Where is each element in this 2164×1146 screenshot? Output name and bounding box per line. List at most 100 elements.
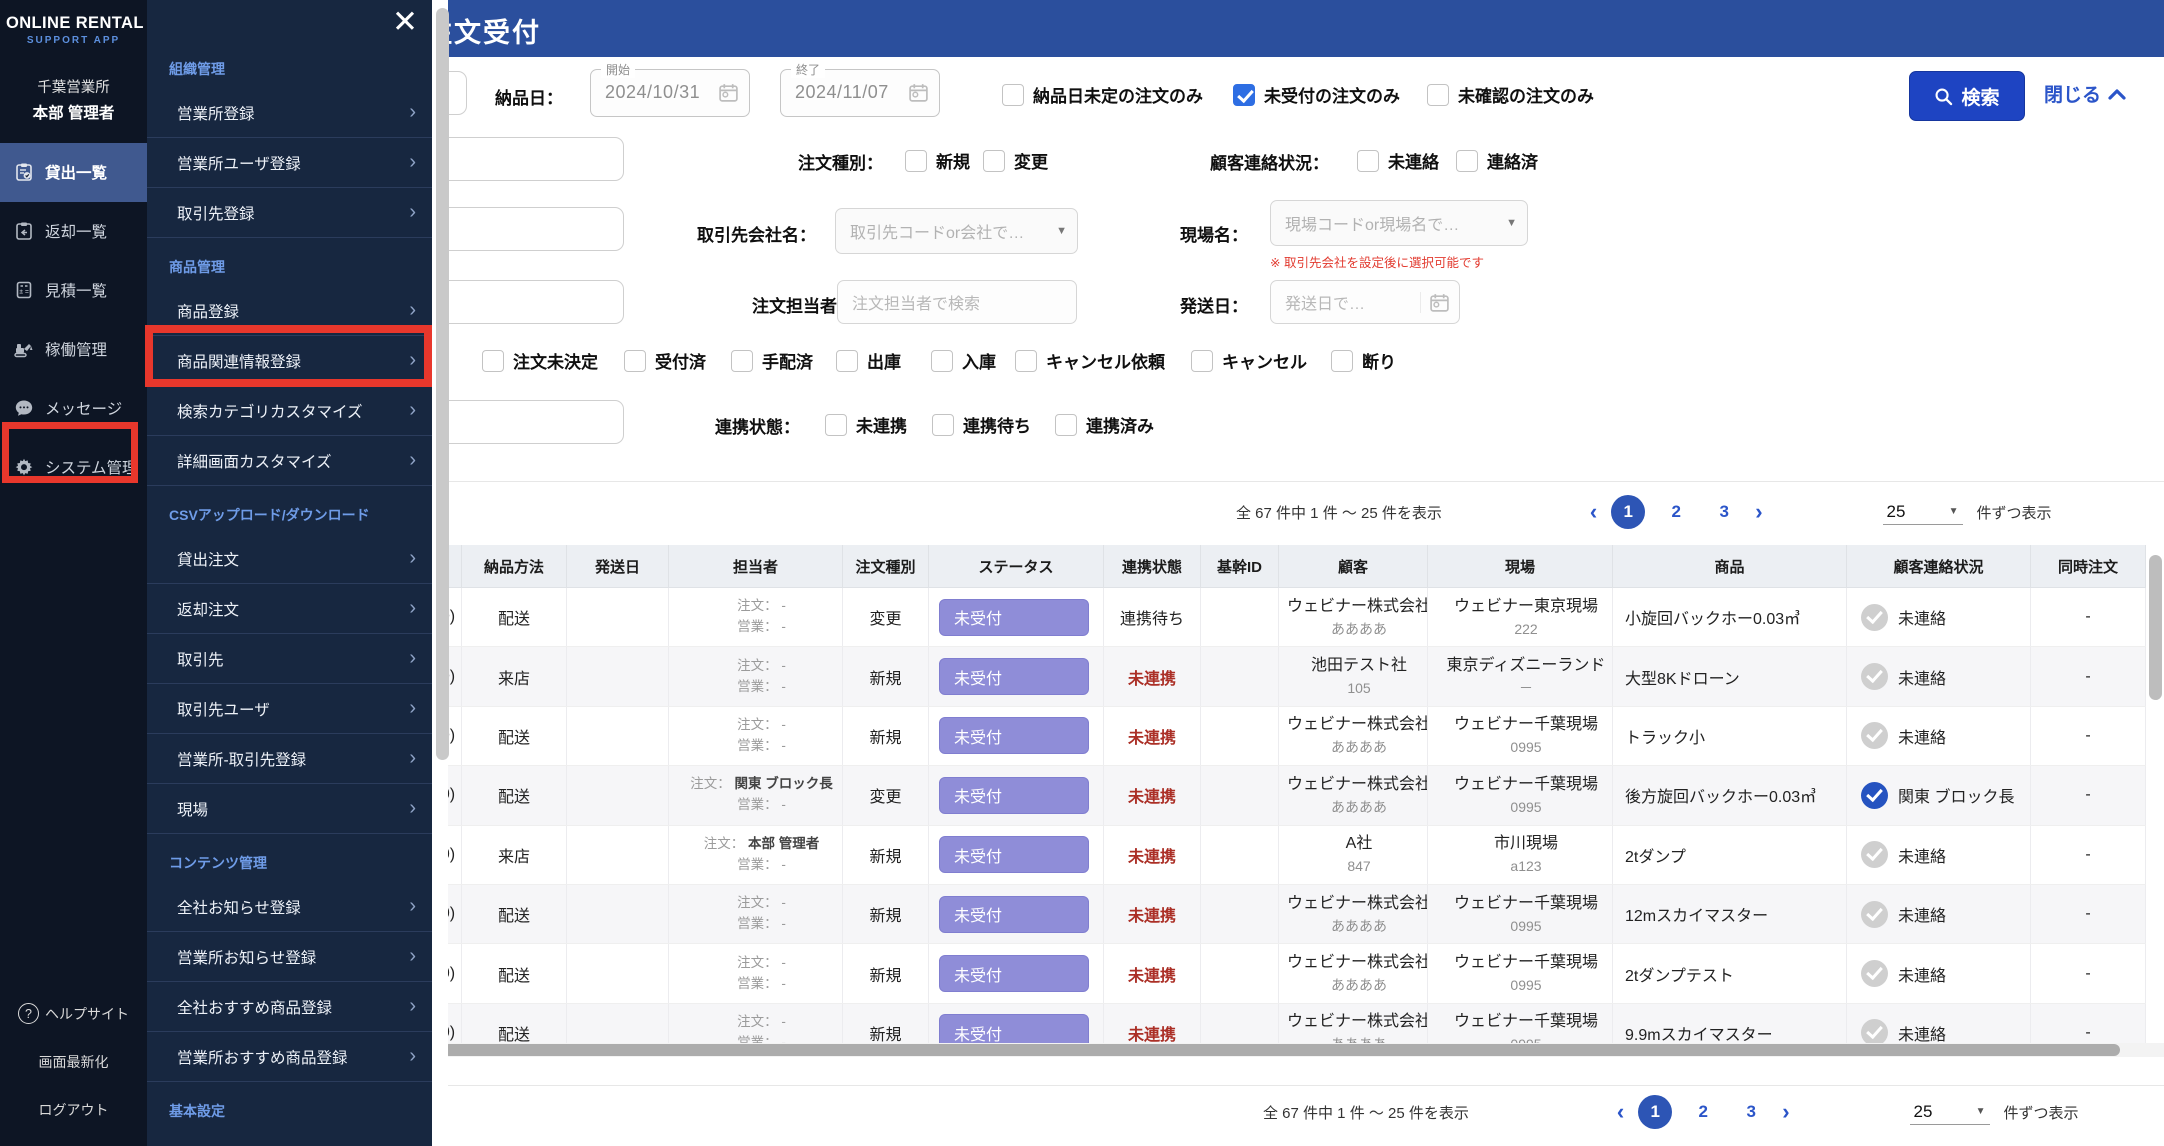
- contact-check-icon[interactable]: [1861, 781, 1888, 809]
- customer-contact-option-2-checkbox[interactable]: [1456, 149, 1478, 172]
- status-option-8[interactable]: 断り: [1331, 348, 1396, 373]
- ship-date-input[interactable]: 発送日で…: [1270, 280, 1460, 324]
- page-number-3[interactable]: 3: [1734, 1095, 1768, 1129]
- status-option-5[interactable]: 入庫: [931, 348, 996, 373]
- contact-check-icon[interactable]: [1861, 960, 1888, 988]
- sidebar-item-2[interactable]: 返却一覧: [0, 202, 147, 261]
- order-type-option-1[interactable]: 新規: [905, 148, 970, 173]
- sidebar-bottom-item-2[interactable]: 画面最新化: [0, 1038, 147, 1086]
- close-filter-link[interactable]: 閉じる: [2044, 80, 2126, 107]
- table-row[interactable]: 00)配送注文： -営業： -新規未受付未連携ウェビナー株式会社ああああウェビナ…: [432, 706, 2146, 767]
- calendar-icon[interactable]: [1420, 292, 1450, 313]
- table-row[interactable]: 00)配送注文： -営業： -変更未受付連携待ちウェビナー株式会社ああああウェビ…: [432, 588, 2146, 648]
- calendar-icon[interactable]: [718, 82, 739, 103]
- menu-item-営業所ユーザ登録[interactable]: 営業所ユーザ登録 ›: [147, 138, 432, 188]
- status-option-3[interactable]: 手配済: [731, 348, 813, 373]
- page-number-2[interactable]: 2: [1686, 1095, 1720, 1129]
- menu-item-取引先登録[interactable]: 取引先登録 ›: [147, 188, 432, 238]
- contact-check-icon[interactable]: [1861, 900, 1888, 928]
- page-number-1[interactable]: 1: [1611, 495, 1646, 529]
- link-state-option-1-checkbox[interactable]: [825, 413, 847, 436]
- link-state-option-3-checkbox[interactable]: [1055, 413, 1077, 436]
- prev-page-arrow[interactable]: ‹: [1617, 1101, 1624, 1123]
- status-option-2[interactable]: 受付済: [624, 348, 706, 373]
- menu-item-営業所-取引先登録[interactable]: 営業所-取引先登録 ›: [147, 734, 432, 784]
- filter-checkbox-1-checkbox[interactable]: [1002, 83, 1024, 106]
- delivery-date-start-field[interactable]: 開始 2024/10/31: [590, 61, 750, 117]
- link-state-option-1[interactable]: 未連携: [825, 412, 907, 437]
- next-page-arrow[interactable]: ›: [1782, 1101, 1789, 1123]
- contact-check-icon[interactable]: [1861, 1019, 1888, 1044]
- site-name-select[interactable]: 現場コードor現場名で… ▼: [1270, 200, 1528, 246]
- menu-item-貸出注文[interactable]: 貸出注文 ›: [147, 534, 432, 584]
- sidebar-item-6[interactable]: システム管理: [0, 438, 147, 497]
- horizontal-scrollbar-thumb[interactable]: [443, 1044, 2120, 1056]
- contact-check-icon[interactable]: [1861, 603, 1888, 631]
- order-type-option-2-checkbox[interactable]: [983, 149, 1005, 172]
- menu-item-全社お知らせ登録[interactable]: 全社お知らせ登録 ›: [147, 882, 432, 932]
- menu-item-営業所お知らせ登録[interactable]: 営業所お知らせ登録 ›: [147, 932, 432, 982]
- filter-checkbox-3-checkbox[interactable]: [1427, 83, 1449, 106]
- status-option-1[interactable]: 注文未決定: [482, 348, 598, 373]
- table-row[interactable]: 00)来店注文： 本部 管理者営業： -新規未受付未連携A社847市川現場a12…: [432, 825, 2146, 885]
- table-row[interactable]: 00)配送注文： -営業： -新規未受付未連携ウェビナー株式会社ああああウェビナ…: [432, 944, 2146, 1004]
- per-page-select[interactable]: 25 ▼: [1882, 500, 1963, 525]
- next-page-arrow[interactable]: ›: [1755, 501, 1762, 523]
- status-option-7-checkbox[interactable]: [1191, 349, 1213, 372]
- sidebar-bottom-item-3[interactable]: ログアウト: [0, 1086, 147, 1134]
- menu-item-詳細画面カスタマイズ[interactable]: 詳細画面カスタマイズ ›: [147, 436, 432, 486]
- menu-item-営業所登録[interactable]: 営業所登録 ›: [147, 88, 432, 138]
- menu-item-返却注文[interactable]: 返却注文 ›: [147, 584, 432, 634]
- status-option-5-checkbox[interactable]: [931, 349, 953, 372]
- sidebar-item-3[interactable]: ± = 見積一覧: [0, 261, 147, 320]
- sidebar-bottom-item-1[interactable]: ? ヘルプサイト: [0, 989, 147, 1038]
- status-option-4[interactable]: 出庫: [836, 348, 901, 373]
- link-state-option-3[interactable]: 連携済み: [1055, 412, 1154, 437]
- filter-checkbox-3[interactable]: 未確認の注文のみ: [1427, 82, 1594, 107]
- table-row[interactable]: 00)来店注文： -営業： -新規未受付未連携池田テスト社105東京ディズニーラ…: [432, 647, 2146, 707]
- link-state-option-2-checkbox[interactable]: [932, 413, 954, 436]
- table-vertical-scrollbar-thumb[interactable]: [2149, 555, 2162, 700]
- menu-item-取引先ユーザ[interactable]: 取引先ユーザ ›: [147, 684, 432, 734]
- page-number-2[interactable]: 2: [1659, 495, 1693, 529]
- client-company-select[interactable]: 取引先コードor会社で… ▼: [835, 208, 1078, 254]
- per-page-select[interactable]: 25 ▼: [1909, 1100, 1990, 1125]
- drawer-scrollbar-thumb[interactable]: [436, 8, 449, 760]
- contact-check-icon[interactable]: [1861, 663, 1888, 691]
- prev-page-arrow[interactable]: ‹: [1590, 501, 1597, 523]
- status-option-1-checkbox[interactable]: [482, 349, 504, 372]
- filter-checkbox-1[interactable]: 納品日未定の注文のみ: [1002, 82, 1203, 107]
- menu-item-検索カテゴリカスタマイズ[interactable]: 検索カテゴリカスタマイズ ›: [147, 386, 432, 436]
- calendar-icon[interactable]: [908, 82, 929, 103]
- close-icon[interactable]: ✕: [392, 6, 418, 37]
- status-option-6-checkbox[interactable]: [1015, 349, 1037, 372]
- filter-checkbox-2-checkbox[interactable]: [1233, 83, 1255, 106]
- customer-contact-option-1[interactable]: 未連絡: [1357, 148, 1439, 173]
- delivery-date-end-field[interactable]: 終了 2024/11/07: [780, 61, 940, 117]
- table-row[interactable]: 00)配送注文： 関東 ブロック長営業： -変更未受付未連携ウェビナー株式会社あ…: [432, 766, 2146, 826]
- order-rep-input[interactable]: 注文担当者で検索: [837, 280, 1077, 324]
- menu-item-取引先[interactable]: 取引先 ›: [147, 634, 432, 684]
- status-option-8-checkbox[interactable]: [1331, 349, 1353, 372]
- menu-item-商品登録[interactable]: 商品登録 ›: [147, 286, 432, 336]
- menu-item-全社おすすめ商品登録[interactable]: 全社おすすめ商品登録 ›: [147, 982, 432, 1032]
- status-option-6[interactable]: キャンセル依頼: [1015, 348, 1165, 373]
- menu-item-商品関連情報登録[interactable]: 商品関連情報登録 ›: [147, 336, 432, 386]
- order-type-option-2[interactable]: 変更: [983, 148, 1048, 173]
- contact-check-icon[interactable]: [1861, 722, 1888, 750]
- customer-contact-option-2[interactable]: 連絡済: [1456, 148, 1538, 173]
- status-option-4-checkbox[interactable]: [836, 349, 858, 372]
- table-row[interactable]: 00)配送注文： -営業： -新規未受付未連携ウェビナー株式会社ああああウェビナ…: [432, 884, 2146, 945]
- order-type-option-1-checkbox[interactable]: [905, 149, 927, 172]
- page-number-3[interactable]: 3: [1707, 495, 1741, 529]
- sidebar-item-4[interactable]: 稼働管理: [0, 320, 147, 379]
- contact-check-icon[interactable]: [1861, 841, 1888, 869]
- page-number-1[interactable]: 1: [1638, 1095, 1673, 1129]
- customer-contact-option-1-checkbox[interactable]: [1357, 149, 1379, 172]
- sidebar-item-1[interactable]: 貸出一覧: [0, 142, 147, 202]
- menu-item-営業所おすすめ商品登録[interactable]: 営業所おすすめ商品登録 ›: [147, 1032, 432, 1082]
- filter-checkbox-2[interactable]: 未受付の注文のみ: [1233, 82, 1400, 107]
- status-option-2-checkbox[interactable]: [624, 349, 646, 372]
- table-row[interactable]: 00)配送注文： -営業： -新規未受付未連携ウェビナー株式会社ああああウェビナ…: [432, 1003, 2146, 1044]
- menu-item-現場[interactable]: 現場 ›: [147, 784, 432, 834]
